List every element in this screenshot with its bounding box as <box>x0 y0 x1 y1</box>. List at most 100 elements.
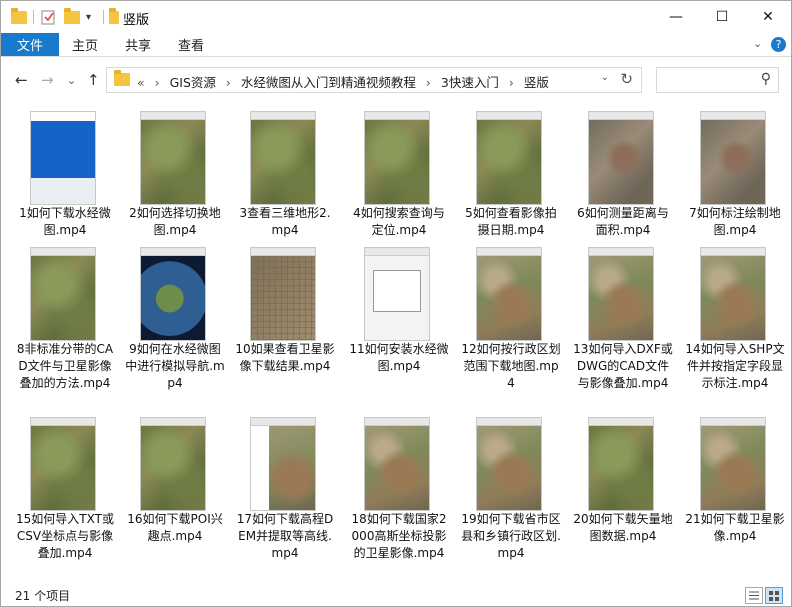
video-thumbnail <box>250 111 316 205</box>
file-grid: 1如何下载水经微图.mp4 2如何选择切换地图.mp4 3查看三维地形2.mp4 4如… <box>1 103 791 583</box>
refresh-icon[interactable]: ↻ <box>620 70 633 88</box>
video-thumbnail <box>700 417 766 511</box>
thumbnail-toolbar <box>701 418 765 426</box>
item-count: 21 个项目 <box>15 589 71 603</box>
video-thumbnail <box>364 247 430 341</box>
explorer-window: ▾ 竖版 — ☐ ✕ 文件 主页 共享 查看 ⌄ ? ← → ⌄ ↑ « › G… <box>0 0 792 607</box>
overflow-chevron[interactable]: « <box>137 75 145 90</box>
video-thumbnail <box>588 247 654 341</box>
expand-ribbon-icon[interactable]: ⌄ <box>753 37 762 50</box>
navigation-bar: ← → ⌄ ↑ « › GIS资源 › 水经微图从入门到精通视频教程 › 3快速… <box>1 57 791 102</box>
chevron-right-icon: › <box>425 75 431 90</box>
thumbnail-toolbar <box>477 248 541 256</box>
chevron-down-icon[interactable]: ▾ <box>86 8 91 26</box>
thumbnail-toolbar <box>31 248 95 256</box>
dialog-box <box>373 270 421 312</box>
file-name: 9如何在水经微图中进行模拟导航.mp4 <box>125 342 225 390</box>
window-title: 竖版 <box>123 13 150 28</box>
folder-icon <box>11 7 27 26</box>
tab-home[interactable]: 主页 <box>72 33 98 56</box>
thumbnail-toolbar <box>589 418 653 426</box>
video-thumbnail <box>700 111 766 205</box>
thumbnail-toolbar <box>31 418 95 426</box>
file-name: 11如何安装水经微图.mp4 <box>349 342 449 373</box>
status-bar: 21 个项目 <box>1 583 791 606</box>
video-thumbnail <box>476 247 542 341</box>
folder-icon <box>114 70 130 86</box>
file-name: 10如果查看卫星影像下载结果.mp4 <box>235 342 335 373</box>
ribbon-tabs: 文件 主页 共享 查看 ⌄ ? <box>1 33 791 57</box>
video-thumbnail <box>140 247 206 341</box>
minimize-button[interactable]: — <box>653 1 699 33</box>
search-input[interactable]: ⚲ <box>656 67 779 93</box>
breadcrumb: « › GIS资源 › 水经微图从入门到精通视频教程 › 3快速入门 › 竖版 <box>137 72 555 91</box>
file-name: 5如何查看影像拍摄日期.mp4 <box>465 206 557 237</box>
file-name: 21如何下载卫星影像.mp4 <box>685 512 785 543</box>
thumbnail-toolbar <box>365 248 429 256</box>
file-name: 12如何按行政区划范围下载地图.mp4 <box>461 342 561 390</box>
divider <box>33 10 34 24</box>
address-bar[interactable]: « › GIS资源 › 水经微图从入门到精通视频教程 › 3快速入门 › 竖版 … <box>106 67 642 93</box>
forward-button[interactable]: → <box>41 71 54 89</box>
thumbnail-toolbar <box>141 112 205 120</box>
video-thumbnail <box>250 247 316 341</box>
file-name: 8非标准分带的CAD文件与卫星影像叠加的方法.mp4 <box>16 342 114 390</box>
maximize-button[interactable]: ☐ <box>699 1 745 33</box>
large-icons-view-icon[interactable] <box>765 587 783 604</box>
thumbnail-toolbar <box>251 248 315 256</box>
title-bar: ▾ 竖版 — ☐ ✕ <box>1 1 791 33</box>
video-thumbnail <box>140 417 206 511</box>
tab-share[interactable]: 共享 <box>125 33 151 56</box>
tab-file[interactable]: 文件 <box>1 33 59 56</box>
chevron-right-icon: › <box>154 75 160 90</box>
details-view-icon[interactable] <box>745 587 763 604</box>
video-thumbnail <box>476 111 542 205</box>
file-name: 18如何下载国家2000高斯坐标投影的卫星影像.mp4 <box>351 512 447 560</box>
video-thumbnail <box>250 417 316 511</box>
video-thumbnail <box>588 417 654 511</box>
properties-icon[interactable] <box>41 8 56 26</box>
help-icon[interactable]: ? <box>771 37 786 52</box>
file-name: 2如何选择切换地图.mp4 <box>129 206 221 237</box>
video-thumbnail <box>588 111 654 205</box>
file-name: 7如何标注绘制地图.mp4 <box>689 206 781 237</box>
file-name: 19如何下载省市区县和乡镇行政区划.mp4 <box>461 512 561 560</box>
up-button[interactable]: ↑ <box>87 71 100 89</box>
thumbnail-toolbar <box>701 248 765 256</box>
search-icon[interactable]: ⚲ <box>761 71 771 87</box>
video-thumbnail <box>30 111 96 205</box>
file-name: 15如何导入TXT或CSV坐标点与影像叠加.mp4 <box>16 512 114 560</box>
breadcrumb-quickstart[interactable]: 3快速入门 <box>441 75 499 90</box>
thumbnail-toolbar <box>141 248 205 256</box>
new-folder-icon[interactable] <box>64 7 80 26</box>
video-thumbnail <box>140 111 206 205</box>
chevron-right-icon: › <box>225 75 231 90</box>
breadcrumb-tutorial[interactable]: 水经微图从入门到精通视频教程 <box>241 75 416 90</box>
file-name: 6如何测量距离与面积.mp4 <box>577 206 669 237</box>
file-name: 3查看三维地形2.mp4 <box>239 206 331 237</box>
thumbnail-toolbar <box>251 112 315 120</box>
thumbnail-toolbar <box>251 418 315 426</box>
video-thumbnail <box>364 417 430 511</box>
thumbnail-toolbar <box>141 418 205 426</box>
recent-locations-button[interactable]: ⌄ <box>67 74 76 87</box>
file-name: 14如何导入SHP文件并按指定字段显示标注.mp4 <box>685 342 785 390</box>
video-thumbnail <box>476 417 542 511</box>
file-name: 16如何下载POI兴趣点.mp4 <box>127 512 223 543</box>
file-name: 20如何下载矢量地图数据.mp4 <box>573 512 673 543</box>
breadcrumb-current[interactable]: 竖版 <box>524 75 549 90</box>
folder-icon <box>109 7 119 26</box>
thumbnail-toolbar <box>365 112 429 120</box>
video-thumbnail <box>364 111 430 205</box>
close-button[interactable]: ✕ <box>745 1 791 33</box>
file-name: 1如何下载水经微图.mp4 <box>19 206 111 237</box>
back-button[interactable]: ← <box>15 71 28 89</box>
thumbnail-toolbar <box>589 112 653 120</box>
thumbnail-toolbar <box>477 112 541 120</box>
thumbnail-toolbar <box>365 418 429 426</box>
thumbnail-toolbar <box>589 248 653 256</box>
video-thumbnail <box>700 247 766 341</box>
breadcrumb-gis[interactable]: GIS资源 <box>170 75 216 90</box>
tab-view[interactable]: 查看 <box>178 33 204 56</box>
chevron-down-icon[interactable]: ⌄ <box>601 72 609 83</box>
